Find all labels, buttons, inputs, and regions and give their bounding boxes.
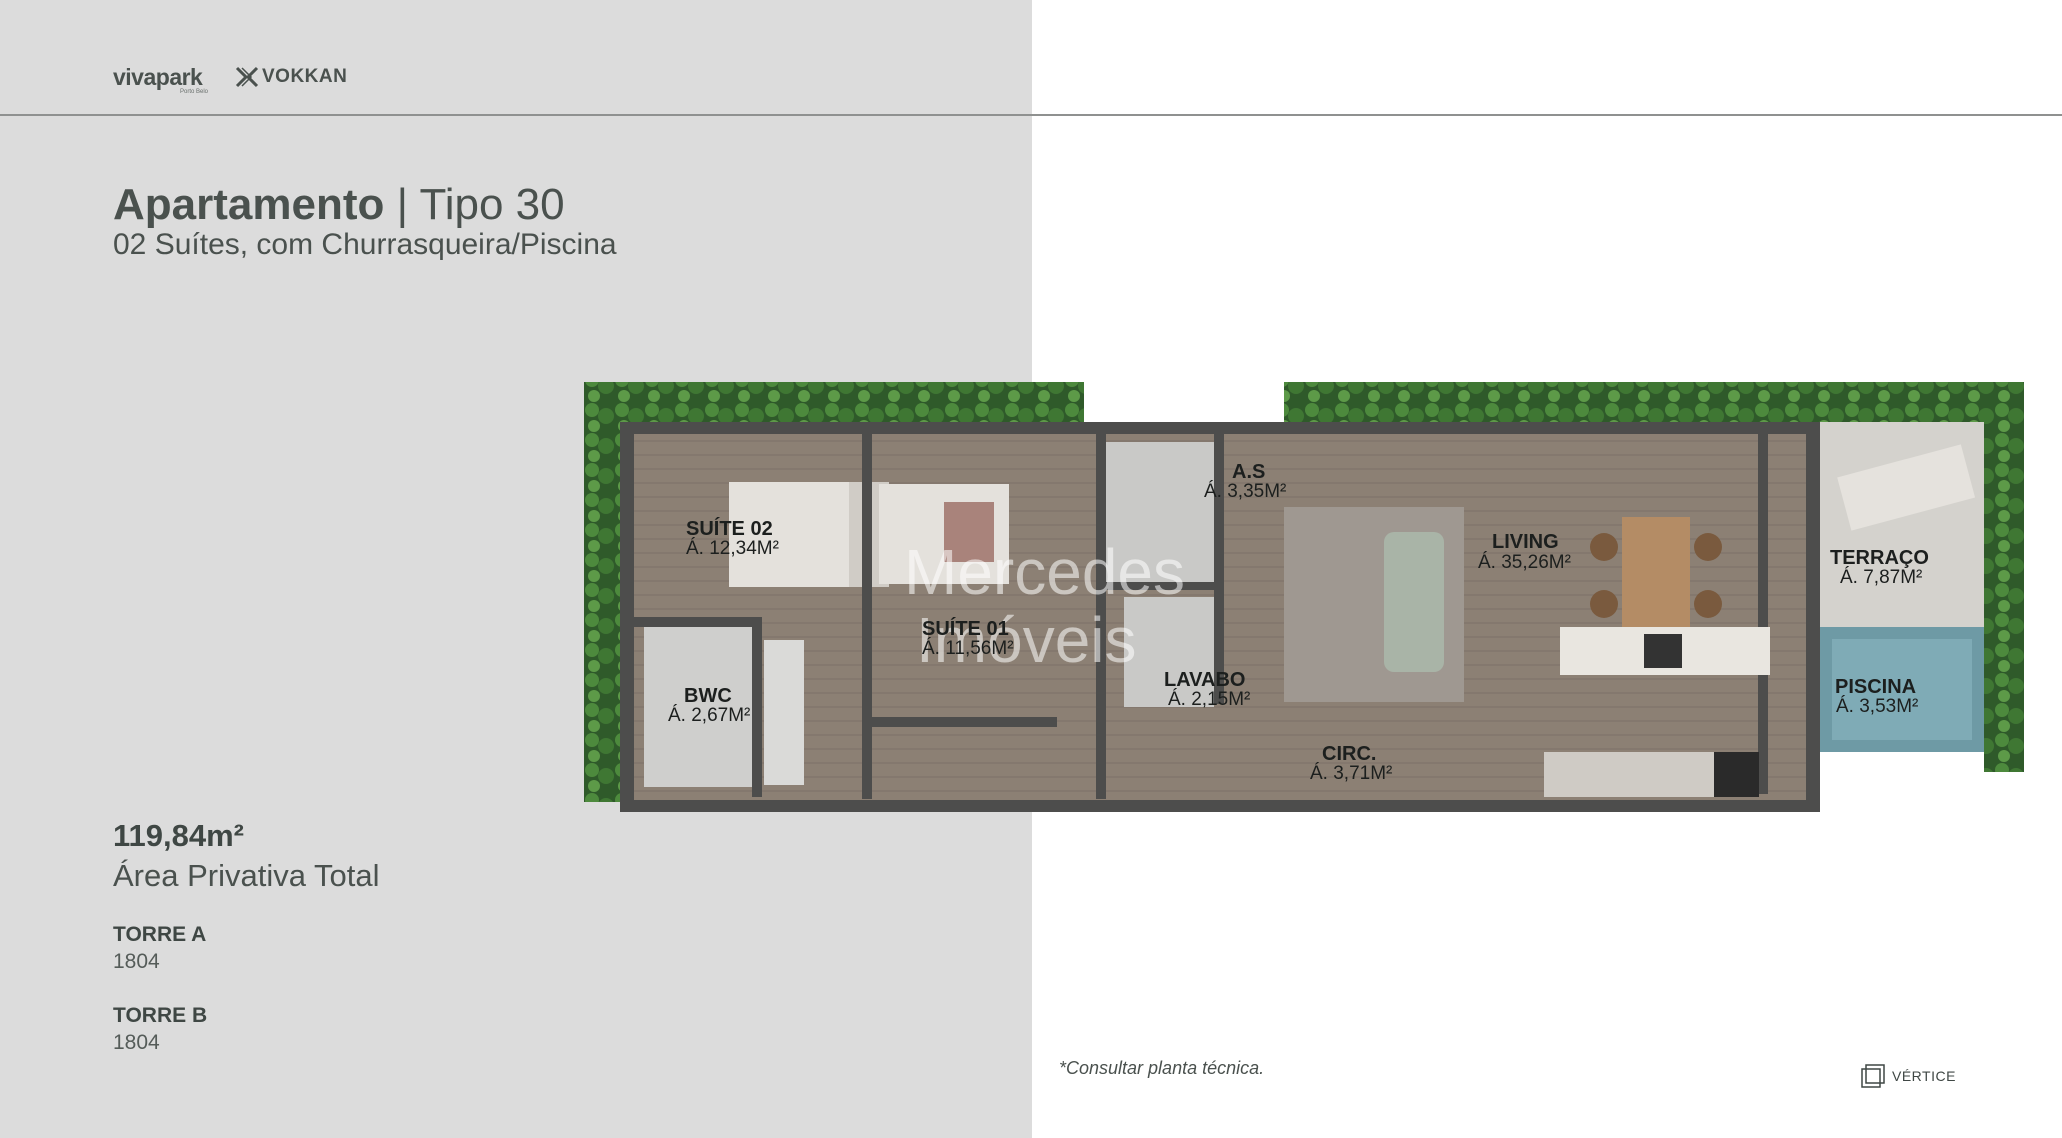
vertice-logo-text: VÉRTICE	[1892, 1068, 1956, 1084]
vertice-logo: VÉRTICE	[1860, 1063, 1956, 1089]
total-area-label: Área Privativa Total	[113, 858, 380, 893]
tower-a-label: TORRE A	[113, 923, 207, 946]
vokkan-logo: VOKKAN	[235, 66, 347, 88]
room-living-area: Á. 35,26M²	[1478, 552, 1571, 573]
vivapark-logo: vivapark	[113, 64, 203, 90]
header-divider	[0, 114, 2062, 116]
room-piscina-area: Á. 3,53M²	[1836, 696, 1918, 717]
grill	[1714, 752, 1759, 797]
room-bwc-area: Á. 2,67M²	[668, 705, 750, 726]
room-suite02-area: Á. 12,34M²	[686, 538, 779, 559]
vertice-square-icon	[1861, 1064, 1885, 1088]
cooktop	[1644, 634, 1682, 668]
room-as-area: Á. 3,35M²	[1204, 481, 1286, 502]
page-title: Apartamento | Tipo 30	[113, 178, 565, 232]
total-area-value: 119,84m²	[113, 818, 244, 853]
tower-b-label: TORRE B	[113, 1004, 208, 1027]
title-separator: |	[384, 180, 420, 229]
room-lavabo-area: Á. 2,15M²	[1168, 689, 1250, 710]
room-as-name: A.S	[1232, 461, 1265, 483]
room-terraco-name: TERRAÇO	[1830, 547, 1929, 569]
planter-top-right	[1284, 382, 2024, 422]
planter-right	[1984, 382, 2024, 772]
room-bwc-name: BWC	[684, 685, 732, 707]
room-circ-name: CIRC.	[1322, 743, 1376, 765]
room-suite01-area: Á. 11,56M²	[922, 638, 1014, 659]
title-type: Tipo 30	[419, 180, 565, 229]
technical-plan-footnote: *Consultar planta técnica.	[1059, 1058, 1265, 1078]
watermark-line1: Mercedes	[904, 536, 1185, 608]
vivapark-logo-subtitle: Porto Belo	[180, 89, 209, 95]
tower-a-unit: 1804	[113, 950, 160, 973]
room-terraco-area: Á. 7,87M²	[1840, 567, 1922, 588]
room-suite01-name: SUÍTE 01	[922, 617, 1009, 640]
room-circ-area: Á. 3,71M²	[1310, 763, 1392, 784]
vokkan-x-icon	[235, 66, 259, 88]
planter-top-left	[584, 382, 1084, 422]
floor-plan: Mercedes Imóveis SUÍTE 02 Á. 12,34M² SUÍ…	[584, 382, 2024, 812]
dining-table	[1622, 517, 1690, 632]
vokkan-logo-text: VOKKAN	[262, 66, 348, 87]
room-suite02-name: SUÍTE 02	[686, 517, 773, 540]
room-living-name: LIVING	[1492, 531, 1559, 553]
planter-left	[584, 382, 624, 802]
living-sofa	[1384, 532, 1444, 672]
tower-b-unit: 1804	[113, 1031, 160, 1054]
room-piscina-name: PISCINA	[1835, 676, 1916, 698]
title-bold: Apartamento	[113, 180, 385, 229]
room-lavabo-name: LAVABO	[1164, 669, 1245, 691]
page-subtitle: 02 Suítes, com Churrasqueira/Piscina	[113, 228, 617, 261]
